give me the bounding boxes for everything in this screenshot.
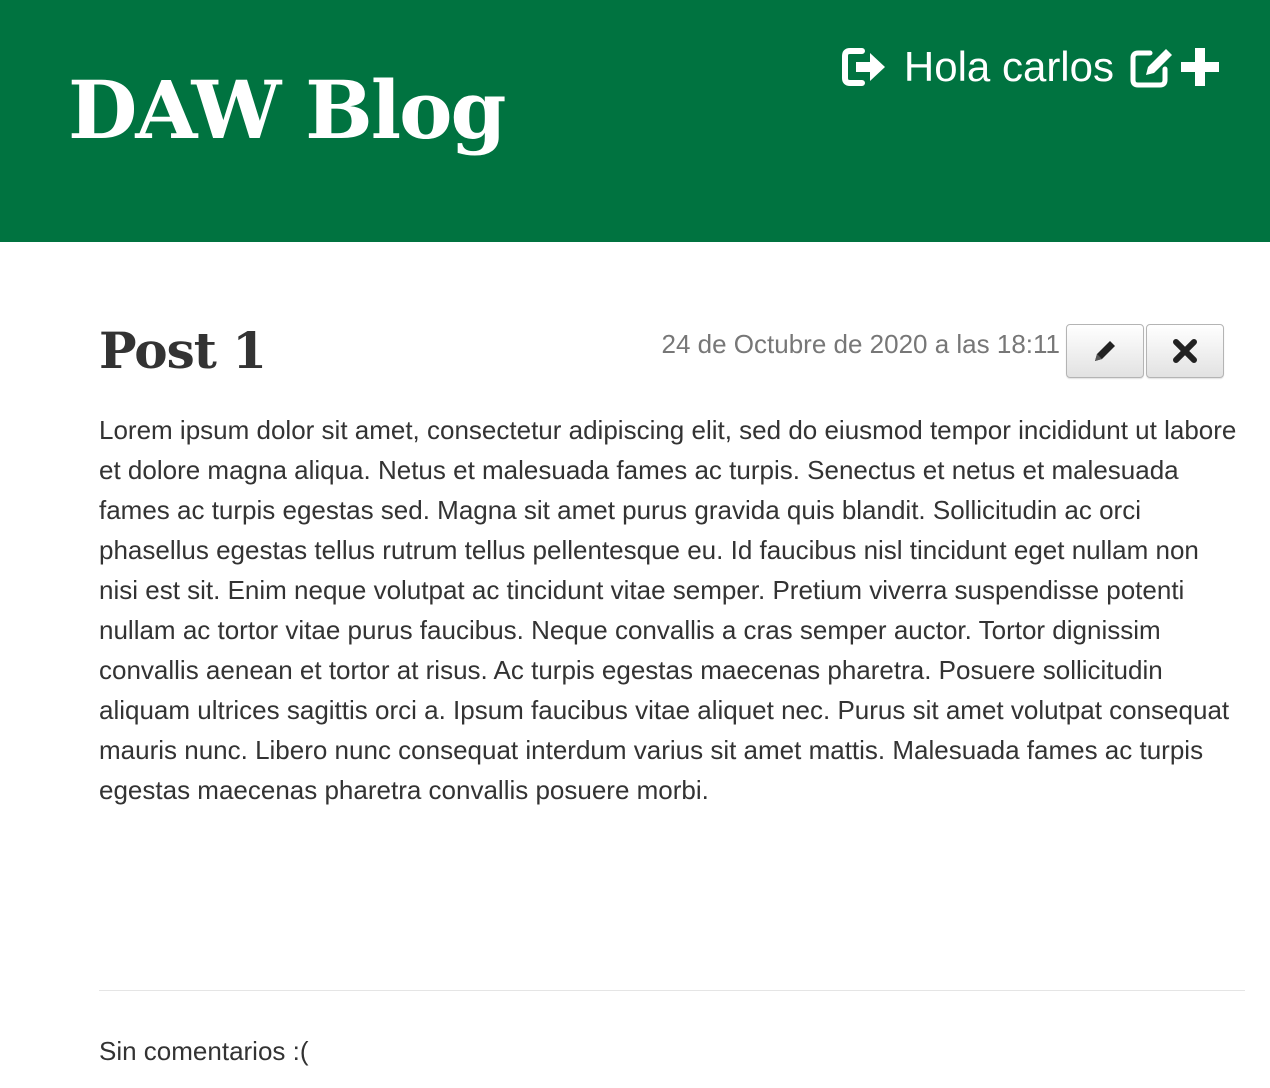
- no-comments-message: Sin comentarios :(: [99, 1036, 309, 1066]
- new-post-icon[interactable]: [1176, 45, 1224, 89]
- post-meta: 24 de Octubre de 2020 a las 18:11: [662, 324, 1224, 378]
- comments-divider: [99, 990, 1245, 991]
- close-icon: [1171, 337, 1199, 365]
- pencil-icon: [1091, 337, 1119, 365]
- site-brand[interactable]: DAW Blog: [68, 62, 506, 158]
- edit-profile-icon[interactable]: [1128, 45, 1176, 89]
- edit-post-button[interactable]: [1066, 324, 1144, 378]
- post-body: Lorem ipsum dolor sit amet, consectetur …: [99, 415, 1237, 805]
- post-date: 24 de Octubre de 2020 a las 18:11: [661, 329, 1060, 359]
- user-greeting[interactable]: Hola carlos: [904, 40, 1114, 94]
- user-nav: Hola carlos: [840, 40, 1224, 94]
- post-title: Post 1: [99, 321, 267, 380]
- site-header: DAW Blog Hola carlos: [0, 0, 1270, 242]
- delete-post-button[interactable]: [1146, 324, 1224, 378]
- logout-icon[interactable]: [840, 45, 888, 89]
